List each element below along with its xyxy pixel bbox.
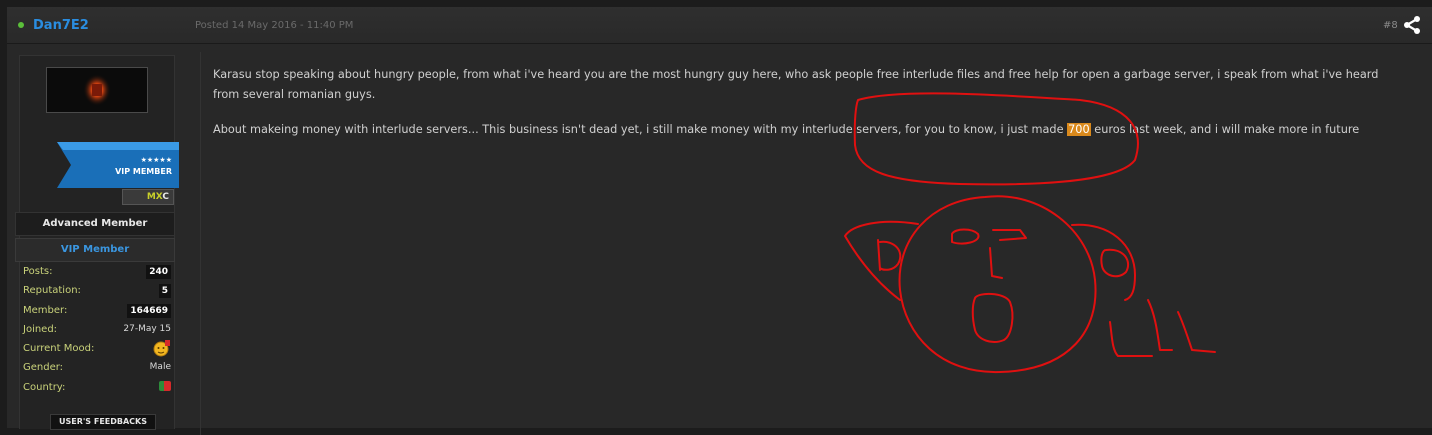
reputation-label: Reputation: [23, 285, 81, 297]
post-paragraph-1: Karasu stop speaking about hungry people… [213, 68, 1379, 101]
member-info: Posts: 240 Reputation: 5 Member: 164669 … [22, 263, 171, 398]
post-header: Dan7E2 Posted 14 May 2016 - 11:40 PM #8 [7, 7, 1432, 44]
member-group: VIP Member [15, 238, 175, 262]
stat-posts: Posts: 240 [22, 263, 171, 282]
stat-gender: Gender: Male [22, 359, 171, 378]
post-number-link[interactable]: #8 [1383, 20, 1398, 31]
reputation-value: 5 [158, 284, 171, 299]
member-label: Member: [23, 304, 68, 316]
country-flag-icon [159, 380, 171, 391]
avatar[interactable] [46, 67, 148, 113]
ribbon-text: VIP MEMBER [115, 167, 172, 176]
joined-value: 27-May 15 [123, 323, 171, 334]
member-value: 164669 [127, 303, 171, 318]
stat-country: Country: [22, 379, 171, 398]
ribbon-stars: ★★★★★ [141, 156, 172, 164]
member-rank: Advanced Member [15, 212, 175, 236]
mood-icon [153, 339, 171, 361]
gender-label: Gender: [23, 362, 64, 374]
post-date: Posted 14 May 2016 - 11:40 PM [195, 20, 354, 31]
gender-value: Male [149, 362, 171, 373]
share-icon[interactable] [1402, 15, 1422, 39]
mood-label: Current Mood: [23, 343, 95, 355]
post-paragraph-2: About makeing money with interlude serve… [213, 120, 1403, 140]
stat-member: Member: 164669 [22, 302, 171, 321]
posts-value: 240 [146, 265, 171, 279]
paragraph-2-text-start: About makeing money with interlude serve… [213, 123, 1068, 136]
stat-reputation: Reputation: 5 [22, 282, 171, 301]
badge-c: C [162, 192, 169, 202]
mxc-badge: MXC [122, 189, 174, 205]
post-content: Karasu stop speaking about hungry people… [200, 52, 1432, 435]
forum-post: Dan7E2 Posted 14 May 2016 - 11:40 PM #8 [7, 7, 1432, 435]
online-status-icon [18, 22, 24, 28]
stat-joined: Joined: 27-May 15 [22, 321, 171, 340]
stat-mood: Current Mood: [22, 340, 171, 359]
vip-ribbon: ★★★★★ VIP MEMBER [57, 142, 179, 192]
posts-label: Posts: [23, 266, 53, 277]
joined-label: Joined: [23, 323, 58, 335]
highlighted-amount: 700 [1067, 123, 1091, 136]
country-label: Country: [23, 381, 66, 393]
paragraph-2-text-end: euros last week, and i will make more in… [1090, 123, 1360, 136]
badge-mx: MX [146, 192, 163, 202]
author-link[interactable]: Dan7E2 [33, 18, 89, 33]
